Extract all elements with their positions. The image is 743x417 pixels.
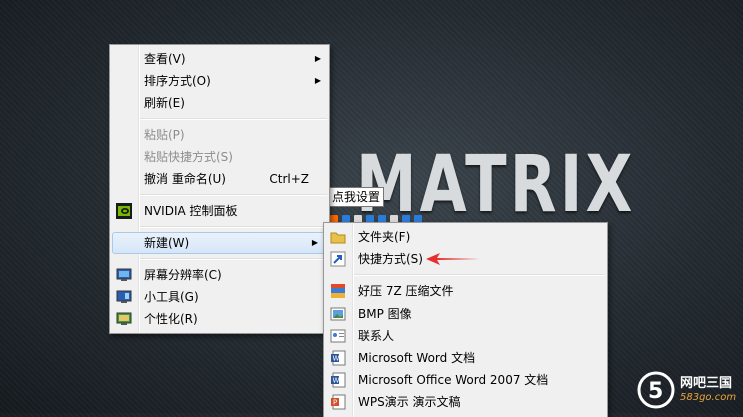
menu-item-new[interactable]: 新建(W) ▶: [112, 232, 327, 254]
menu-item-label: 小工具(G): [144, 290, 199, 304]
menu-item-label: 好压 7Z 压缩文件: [358, 284, 454, 299]
desktop-context-menu: 查看(V) ▶ 排序方式(O) ▶ 刷新(E) 粘贴(P) 粘贴快捷方式(S) …: [109, 44, 330, 334]
watermark-site: 583go.com: [680, 392, 737, 403]
word-2007-document-icon: W: [331, 372, 346, 388]
archive-icon: [331, 284, 345, 299]
submenu-item-word[interactable]: W Microsoft Word 文档: [324, 347, 607, 369]
nvidia-icon: [116, 203, 132, 219]
menu-item-label: 快捷方式(S): [358, 252, 423, 267]
menu-item-label: 文件夹(F): [358, 230, 411, 244]
menu-item-view[interactable]: 查看(V) ▶: [110, 48, 329, 70]
tooltip: 点我设置: [328, 187, 385, 207]
menu-item-label: Microsoft Office Word 2007 文档: [358, 373, 549, 388]
svg-text:W: W: [333, 377, 340, 385]
menu-item-label: 粘贴快捷方式(S): [144, 150, 233, 164]
menu-item-label: 屏幕分辨率(C): [144, 268, 222, 282]
submenu-arrow-icon: ▶: [314, 54, 321, 63]
menu-separator: [140, 194, 327, 196]
menu-item-label: 个性化(R): [144, 312, 198, 326]
shortcut-hint: Ctrl+Z: [269, 172, 309, 186]
menu-item-sort[interactable]: 排序方式(O) ▶: [110, 70, 329, 92]
menu-item-paste-shortcut: 粘贴快捷方式(S): [110, 146, 329, 168]
submenu-item-bmp[interactable]: BMP 图像: [324, 303, 607, 325]
folder-icon: [330, 232, 346, 244]
menu-item-label: 刷新(E): [144, 96, 185, 110]
menu-separator: [140, 226, 327, 228]
submenu-item-word-2007[interactable]: W Microsoft Office Word 2007 文档: [324, 369, 607, 391]
personalize-icon: [116, 312, 132, 325]
taskbar-icons-strip: [330, 212, 426, 223]
submenu-arrow-icon: ▶: [314, 76, 321, 85]
submenu-item-haozip[interactable]: 好压 7Z 压缩文件: [324, 280, 607, 302]
monitor-icon: [116, 268, 132, 281]
menu-separator: [140, 258, 327, 260]
menu-item-label: WPS演示 演示文稿: [358, 395, 461, 410]
word-document-icon: W: [331, 350, 346, 366]
menu-item-label: 新建(W): [144, 236, 190, 250]
menu-item-label: 粘贴(P): [144, 128, 185, 142]
contact-card-icon: [330, 329, 346, 343]
red-arrow-annotation: [426, 253, 480, 265]
menu-item-label: NVIDIA 控制面板: [144, 204, 238, 218]
menu-item-label: Microsoft Word 文档: [358, 350, 476, 365]
svg-text:5: 5: [648, 379, 663, 404]
menu-item-label: 撤消 重命名(U): [144, 172, 226, 186]
menu-item-paste: 粘贴(P): [110, 124, 329, 146]
menu-item-label: 联系人: [358, 328, 395, 343]
submenu-item-folder[interactable]: 文件夹(F): [324, 226, 607, 248]
menu-item-screen-resolution[interactable]: 屏幕分辨率(C): [110, 264, 329, 286]
submenu-arrow-icon: ▶: [311, 238, 318, 247]
submenu-item-wps-presentation[interactable]: P WPS演示 演示文稿: [324, 391, 607, 413]
menu-separator: [140, 118, 327, 120]
menu-item-label: BMP 图像: [358, 306, 412, 321]
menu-item-nvidia-control-panel[interactable]: NVIDIA 控制面板: [110, 200, 329, 222]
menu-item-gadgets[interactable]: 小工具(G): [110, 286, 329, 308]
svg-text:P: P: [333, 399, 337, 407]
menu-item-undo-rename[interactable]: 撤消 重命名(U) Ctrl+Z: [110, 168, 329, 190]
wps-presentation-icon: P: [331, 394, 346, 410]
gadgets-icon: [116, 290, 132, 303]
menu-item-label: 排序方式(O): [144, 74, 211, 88]
watermark-name: 网吧三国: [680, 376, 733, 391]
svg-text:W: W: [333, 354, 340, 362]
shortcut-icon: [330, 251, 346, 267]
bmp-image-icon: [330, 307, 346, 321]
menu-item-label: 查看(V): [144, 52, 186, 66]
menu-item-refresh[interactable]: 刷新(E): [110, 92, 329, 114]
menu-separator: [354, 274, 605, 277]
menu-item-personalize[interactable]: 个性化(R): [110, 308, 329, 330]
watermark-logo-icon: 5: [637, 371, 675, 409]
submenu-item-contact[interactable]: 联系人: [324, 325, 607, 347]
